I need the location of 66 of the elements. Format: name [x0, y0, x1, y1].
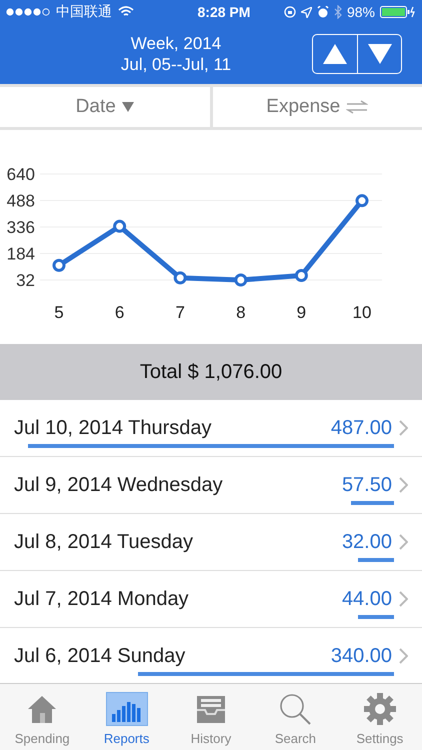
day-row[interactable]: Jul 9, 2014 Wednesday 57.50: [0, 457, 422, 514]
day-label: Jul 6, 2014 Sunday: [14, 644, 186, 668]
day-label: Jul 7, 2014 Monday: [14, 588, 189, 610]
chevron-icon: [398, 534, 408, 550]
rotation-lock-icon: [284, 6, 296, 18]
day-label: Jul 9, 2014 Wednesday: [14, 474, 223, 496]
axis-label: 5: [54, 303, 64, 322]
axis-label: 488: [6, 192, 35, 210]
caret-icon: [122, 102, 134, 112]
data-point: [294, 268, 308, 282]
tab-item[interactable]: Reports: [84, 684, 169, 750]
alarm-icon: [316, 6, 329, 18]
total-bar: Total $ 1,076.00: [0, 344, 422, 400]
period-title: Week, 2014: [130, 33, 222, 54]
battery-icon: [380, 6, 416, 18]
axis-label: 640: [6, 165, 35, 184]
status-time: 8:28 PM: [196, 4, 250, 20]
amount-underline: [358, 615, 394, 619]
axis-label: 184: [6, 244, 35, 264]
down-triangle-icon: [368, 44, 392, 64]
signal-icon: [6, 8, 50, 16]
chevron-icon: [398, 648, 408, 664]
data-point: [52, 258, 66, 272]
amount-underline: [358, 558, 394, 562]
axis-label: 32: [16, 271, 35, 290]
location-icon: [300, 6, 312, 18]
day-label: Jul 8, 2014 Tuesday: [14, 530, 194, 554]
axis-label: 336: [6, 218, 35, 237]
swap-icon: [346, 100, 368, 114]
axis-label: 7: [175, 303, 185, 322]
data-point: [113, 220, 126, 233]
axis-label: 9: [296, 303, 306, 322]
day-row[interactable]: Jul 10, 2014 Thursday 487.00: [0, 400, 422, 457]
data-point: [356, 194, 368, 208]
amount-underline: [350, 501, 394, 505]
axis-label: 6: [114, 303, 124, 322]
settings-icon: [362, 692, 397, 726]
tab-item[interactable]: Search: [253, 684, 338, 750]
bluetooth-icon: [334, 5, 342, 19]
amount: 44.00: [342, 588, 392, 610]
day-label: Jul 10, 2014 Thursday: [14, 416, 212, 440]
tab-item[interactable]: History: [168, 684, 254, 750]
data-point: [234, 274, 248, 286]
amount: 57.50: [342, 474, 392, 496]
house-icon: [27, 694, 58, 724]
chevron-icon: [398, 591, 408, 607]
sort-button[interactable]: Expense: [212, 87, 422, 127]
chevron-icon: [398, 477, 408, 493]
up-triangle-icon: [323, 44, 347, 64]
tab-item[interactable]: Spending: [0, 684, 84, 750]
tab-item[interactable]: Settings: [338, 684, 422, 750]
amount: 340.00: [330, 644, 392, 668]
search-icon: [278, 692, 312, 726]
amount: 487.00: [330, 416, 392, 440]
wifi-icon: [118, 6, 134, 18]
chevron-icon: [398, 420, 408, 436]
axis-label: 10: [352, 303, 372, 322]
amount: 32.00: [342, 530, 392, 554]
data-point: [174, 271, 187, 284]
sort-button[interactable]: Date: [0, 87, 210, 127]
carrier-name: 中国联通: [56, 3, 112, 21]
axis-label: 8: [236, 303, 246, 322]
battery-percent: 98%: [346, 4, 375, 20]
day-row[interactable]: Jul 7, 2014 Monday 44.00: [0, 571, 422, 628]
date-range: Jul, 05--Jul, 11: [120, 54, 232, 75]
day-row[interactable]: Jul 8, 2014 Tuesday 32.00: [0, 514, 422, 571]
